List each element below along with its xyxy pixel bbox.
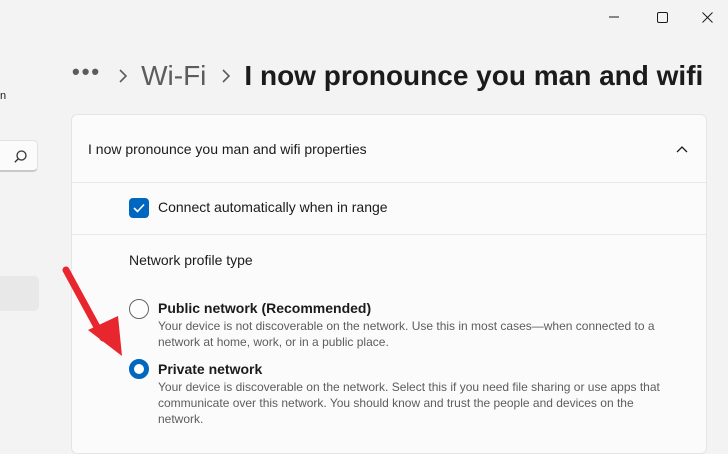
close-button[interactable] (684, 0, 728, 34)
sidebar-user-fragment: n (0, 90, 7, 102)
breadcrumb-wifi-link[interactable]: Wi-Fi (141, 60, 206, 92)
minimize-icon (609, 12, 619, 22)
properties-header[interactable]: I now pronounce you man and wifi propert… (72, 115, 706, 183)
properties-title: I now pronounce you man and wifi propert… (88, 141, 367, 157)
page-title: I now pronounce you man and wifi (244, 60, 704, 91)
checkmark-icon (133, 203, 145, 213)
public-network-label[interactable]: Public network (Recommended) (158, 300, 371, 316)
auto-connect-checkbox[interactable] (129, 198, 149, 218)
network-profile-type-heading: Network profile type (129, 252, 253, 268)
auto-connect-row: Connect automatically when in range (72, 182, 706, 235)
private-network-description: Your device is discoverable on the netwo… (158, 380, 660, 426)
chevron-up-icon[interactable] (672, 139, 692, 159)
maximize-button[interactable] (639, 0, 685, 34)
private-network-radio[interactable] (129, 359, 149, 379)
sidebar-selected-item[interactable] (0, 276, 39, 311)
breadcrumb-more-button[interactable]: ••• (72, 59, 101, 85)
chevron-right-icon (119, 69, 128, 83)
private-network-label[interactable]: Private network (158, 361, 262, 377)
auto-connect-label[interactable]: Connect automatically when in range (158, 199, 388, 215)
public-network-radio[interactable] (129, 299, 149, 319)
chevron-right-icon (222, 69, 231, 83)
maximize-icon (656, 11, 668, 23)
breadcrumb: ••• Wi-Fi I now pronounce you man and wi… (72, 56, 703, 96)
annotation-arrow-icon (62, 266, 122, 356)
minimize-button[interactable] (591, 0, 637, 34)
close-icon (701, 11, 713, 23)
public-network-description: Your device is not discoverable on the n… (158, 319, 655, 349)
network-properties-card: I now pronounce you man and wifi propert… (71, 114, 707, 454)
sidebar-search-box[interactable] (0, 140, 38, 172)
